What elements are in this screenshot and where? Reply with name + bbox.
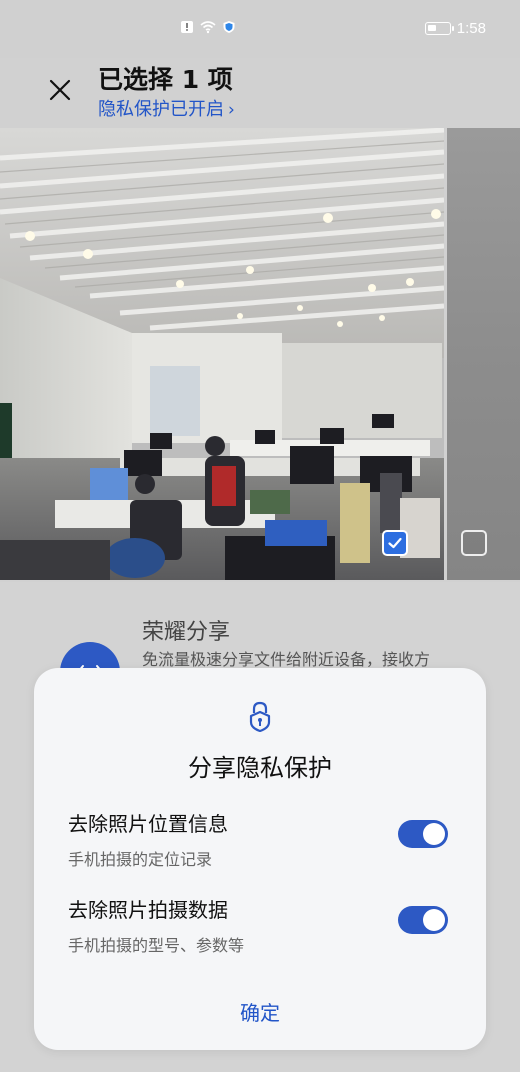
chevron-right-icon: › — [228, 100, 235, 120]
privacy-protection-link[interactable]: 隐私保护已开启 › — [98, 95, 235, 121]
wifi-icon — [200, 21, 216, 34]
alert-icon — [181, 21, 193, 33]
toggle-knob — [423, 823, 445, 845]
option-remove-location: 去除照片位置信息 手机拍摄的定位记录 — [68, 808, 458, 869]
status-bar: 1:58 — [0, 0, 520, 58]
honor-share-title: 荣耀分享 — [142, 620, 231, 645]
remove-location-toggle[interactable] — [398, 820, 448, 848]
photo-checkbox-checked[interactable] — [382, 530, 408, 556]
option-subtitle: 手机拍摄的定位记录 — [68, 850, 213, 869]
dialog-title: 分享隐私保护 — [188, 754, 332, 782]
status-time: 1:58 — [456, 20, 486, 37]
option-remove-exif: 去除照片拍摄数据 手机拍摄的型号、参数等 — [68, 894, 458, 955]
battery-icon — [424, 22, 454, 35]
privacy-lock-icon — [249, 701, 271, 732]
photo-thumbnail-next[interactable] — [447, 128, 520, 580]
confirm-button[interactable]: 确定 — [210, 996, 310, 1030]
photo-thumbnail-selected[interactable] — [0, 128, 444, 580]
close-icon — [49, 79, 71, 101]
office-photo-image — [0, 128, 444, 580]
status-right: 1:58 — [424, 20, 486, 37]
photo-checkbox-unchecked[interactable] — [461, 530, 487, 556]
privacy-link-label: 隐私保护已开启 — [98, 99, 224, 120]
check-icon — [388, 537, 402, 549]
page-title: 已选择 1 项 — [98, 65, 233, 94]
header: 已选择 1 项 隐私保护已开启 › — [0, 58, 520, 128]
honor-share-description: 免流量极速分享文件给附近设备，接收方 — [142, 650, 431, 669]
toggle-knob — [423, 909, 445, 931]
close-button[interactable] — [44, 74, 76, 106]
remove-exif-toggle[interactable] — [398, 906, 448, 934]
option-subtitle: 手机拍摄的型号、参数等 — [68, 936, 245, 955]
status-icons — [180, 20, 236, 34]
shield-icon — [223, 21, 235, 33]
photo-strip — [0, 128, 520, 580]
share-privacy-dialog: 分享隐私保护 去除照片位置信息 手机拍摄的定位记录 去除照片拍摄数据 手机拍摄的… — [34, 668, 486, 1050]
